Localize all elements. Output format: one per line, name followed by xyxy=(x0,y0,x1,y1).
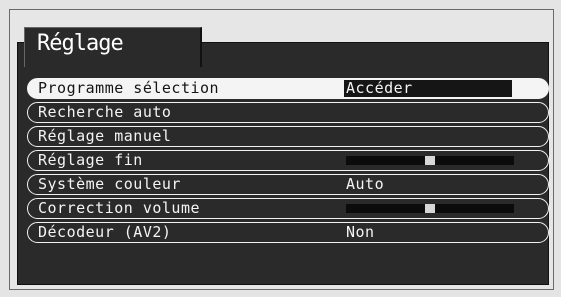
title-tab: Réglage xyxy=(24,27,202,67)
menu-title: Réglage xyxy=(37,31,124,56)
menu-item-label: Réglage fin xyxy=(38,151,143,169)
menu-item-correction-volume[interactable]: Correction volume xyxy=(27,198,549,219)
menu-item-systeme-couleur[interactable]: Système couleur Auto xyxy=(27,174,549,195)
volume-correction-slider-knob[interactable] xyxy=(425,204,435,213)
menu-item-programme-selection[interactable]: Programme sélection Accéder xyxy=(27,78,549,99)
menu-item-recherche-auto[interactable]: Recherche auto xyxy=(27,102,549,123)
menu-item-label: Système couleur xyxy=(38,175,181,193)
menu-item-value: Accéder xyxy=(346,79,413,97)
menu-item-value: Non xyxy=(346,223,375,241)
tv-menu-screen: Réglage Programme sélection Accéder Rech… xyxy=(0,0,561,297)
menu-item-label: Correction volume xyxy=(38,199,201,217)
menu-item-decodeur-av2[interactable]: Décodeur (AV2) Non xyxy=(27,222,549,243)
fine-tune-slider-knob[interactable] xyxy=(425,156,435,165)
menu-item-value: Auto xyxy=(346,175,385,193)
menu-item-label: Recherche auto xyxy=(38,103,172,121)
settings-menu: Programme sélection Accéder Recherche au… xyxy=(27,78,549,246)
fine-tune-slider[interactable] xyxy=(346,156,514,165)
access-value-box[interactable]: Accéder xyxy=(344,79,512,97)
menu-item-reglage-fin[interactable]: Réglage fin xyxy=(27,150,549,171)
menu-item-label: Décodeur (AV2) xyxy=(38,223,172,241)
volume-correction-slider[interactable] xyxy=(346,204,514,213)
menu-item-reglage-manuel[interactable]: Réglage manuel xyxy=(27,126,549,147)
menu-item-label: Programme sélection xyxy=(38,79,220,97)
menu-item-label: Réglage manuel xyxy=(38,127,172,145)
